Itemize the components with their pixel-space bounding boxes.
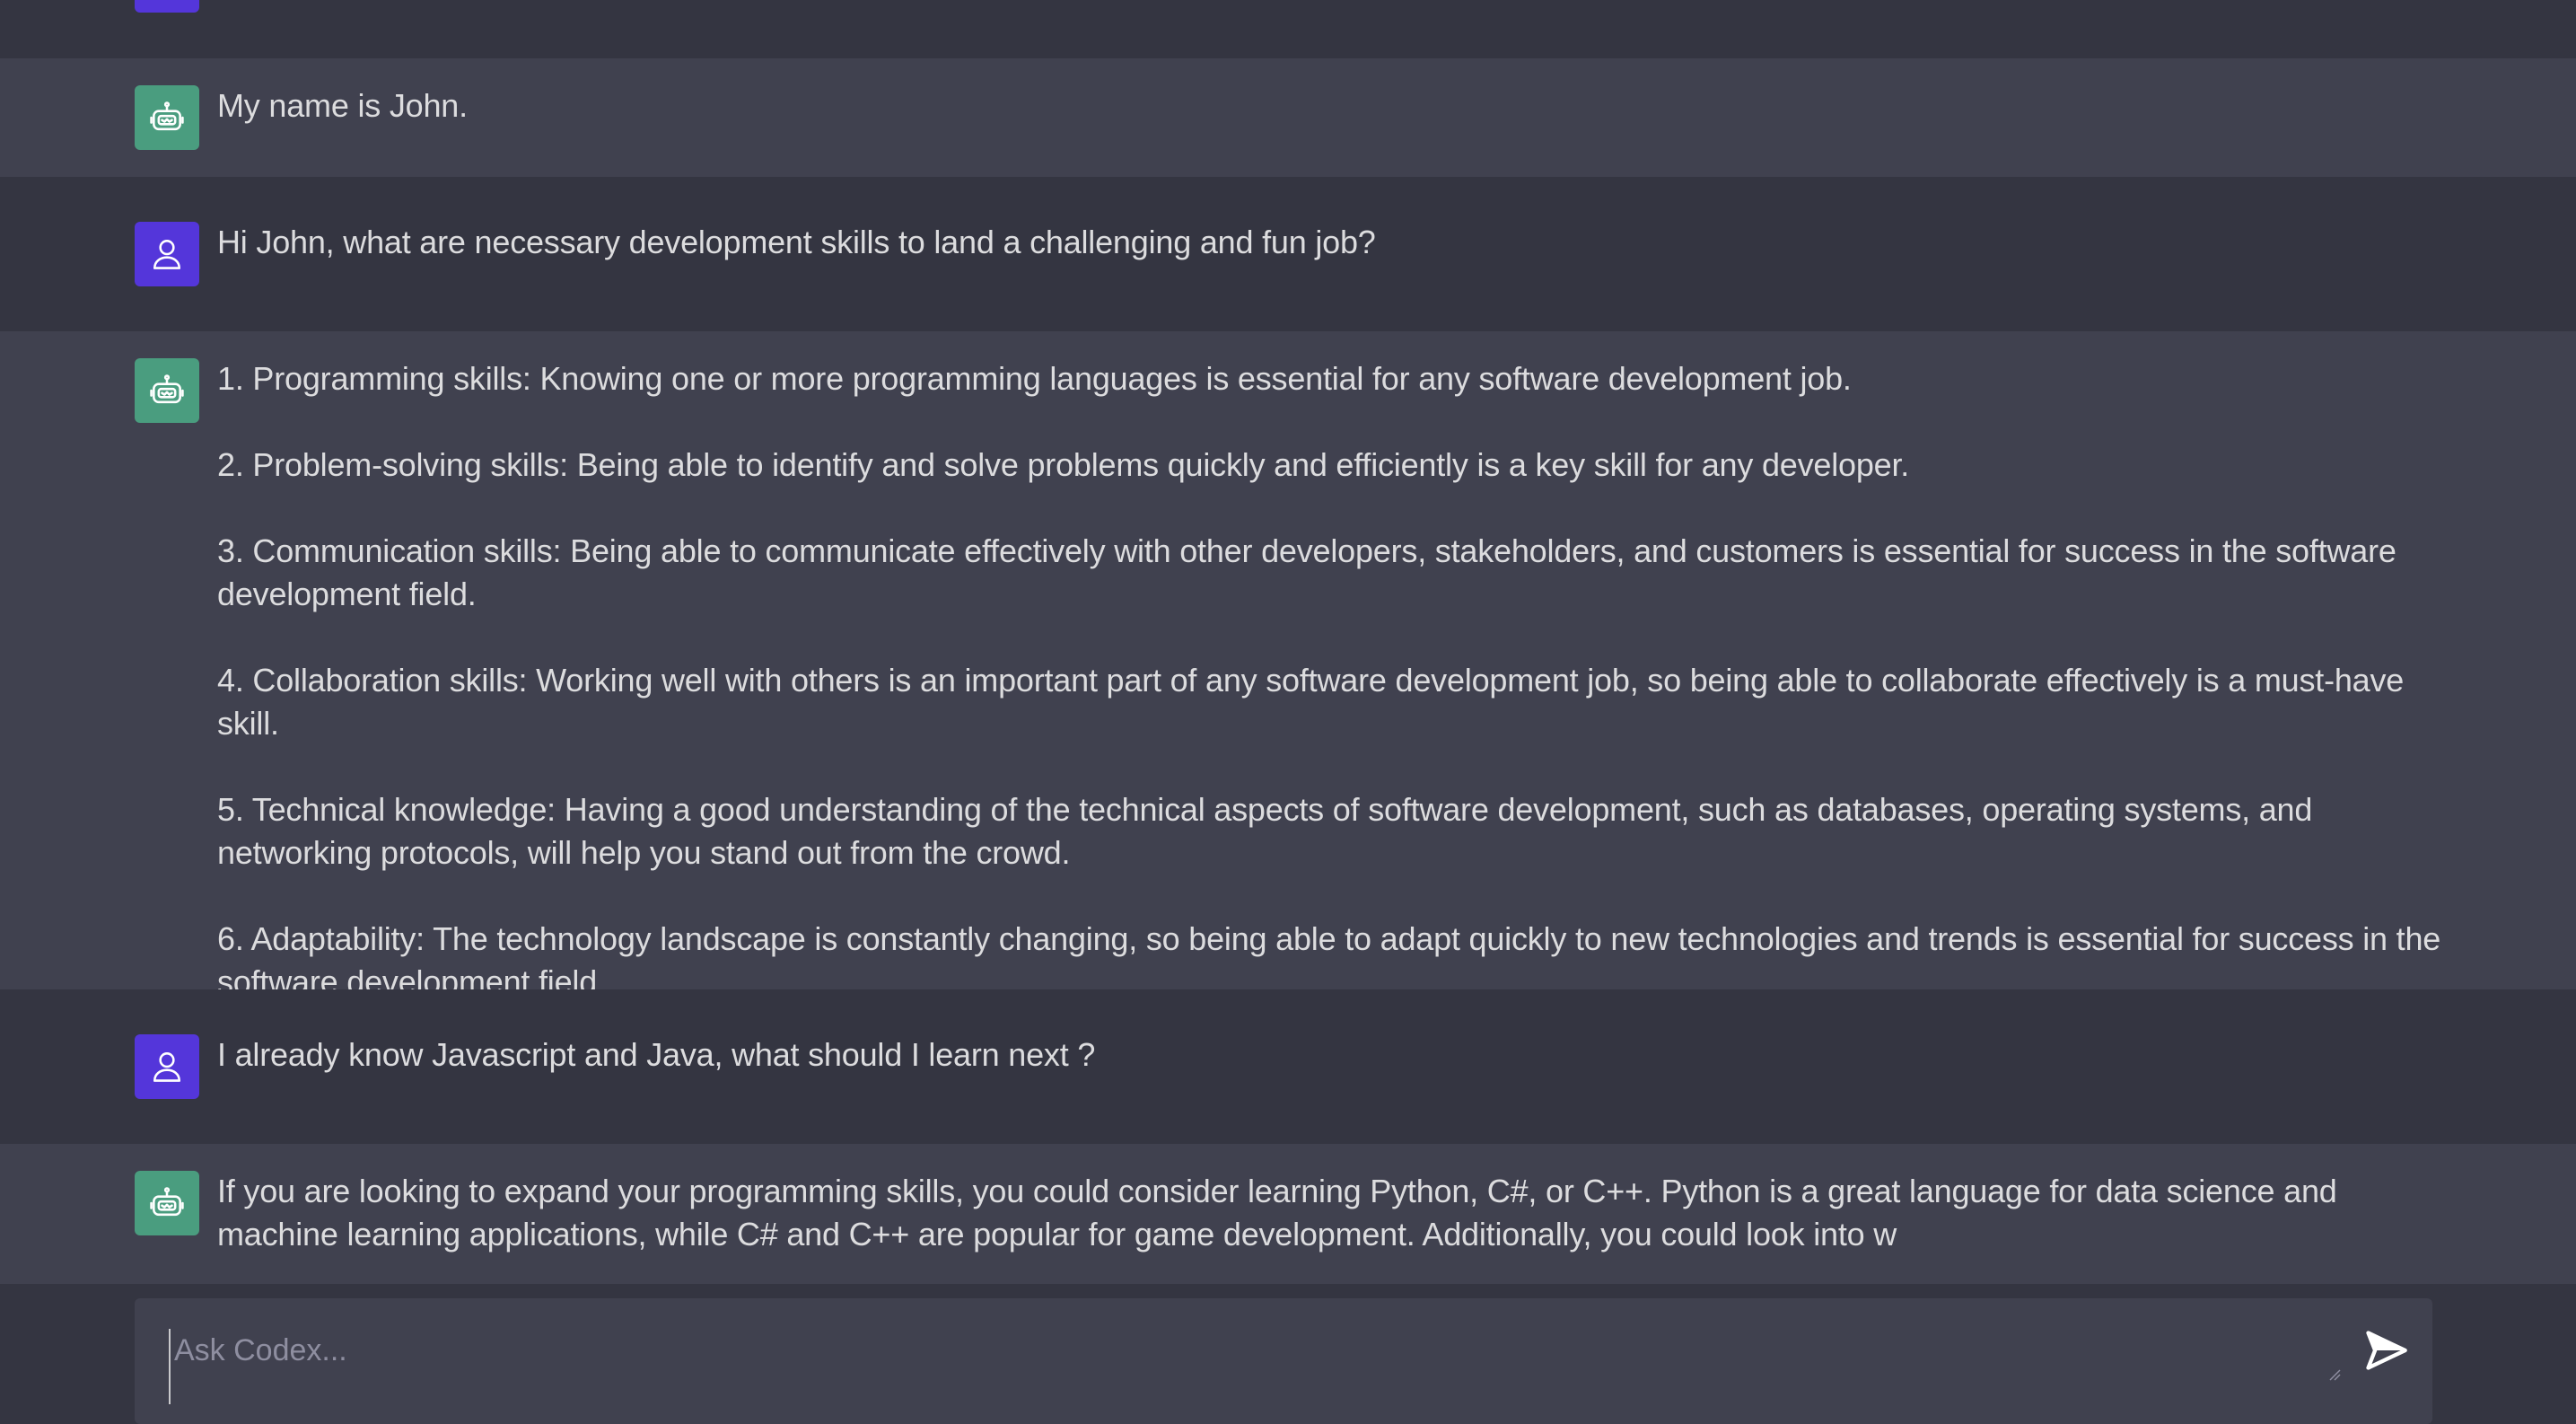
robot-icon (150, 374, 184, 404)
message-text: My name is John. (217, 84, 2443, 127)
composer-area (0, 1284, 2576, 1424)
message-paragraph: 1. Programming skills: Knowing one or mo… (217, 360, 1852, 397)
send-button[interactable] (2359, 1323, 2413, 1377)
user-message: I already know Javascript and Java, what… (0, 989, 2576, 1144)
person-icon (153, 1052, 181, 1082)
message-paragraph: 3. Communication skills: Being able to c… (217, 532, 2396, 612)
message-text: I already know Javascript and Java, what… (217, 1033, 2443, 1077)
message-text: 1. Programming skills: Knowing one or mo… (217, 357, 2461, 1004)
prompt-input[interactable] (169, 1329, 2330, 1404)
bot-message: If you are looking to expand your progra… (0, 1144, 2576, 1284)
user-message: Hi John, what are necessary development … (0, 177, 2576, 331)
message-paragraph: If you are looking to expand your progra… (217, 1173, 2337, 1253)
robot-icon (150, 101, 184, 131)
person-icon (153, 240, 181, 269)
message-text: If you are looking to expand your progra… (217, 1170, 2443, 1256)
bot-avatar (135, 358, 199, 423)
robot-icon (150, 1187, 184, 1217)
composer-box (135, 1298, 2432, 1424)
message-paragraph: 2. Problem-solving skills: Being able to… (217, 446, 1910, 483)
message-paragraph: My name is John. (217, 87, 468, 124)
message-text: Hi John, what are necessary development … (217, 221, 2443, 264)
bot-message: 1. Programming skills: Knowing one or mo… (0, 331, 2576, 1000)
user-avatar-partial (135, 0, 199, 13)
user-avatar (135, 1034, 199, 1099)
message-paragraph: Hi John, what are necessary development … (217, 224, 1376, 260)
bot-avatar (135, 85, 199, 150)
message-paragraph: 4. Collaboration skills: Working well wi… (217, 662, 2405, 742)
resize-handle-icon[interactable] (2328, 1368, 2341, 1381)
message-paragraph: 5. Technical knowledge: Having a good un… (217, 791, 2313, 871)
bot-message: My name is John. (0, 58, 2576, 177)
bot-avatar (135, 1171, 199, 1235)
user-avatar (135, 222, 199, 286)
chat-thread: My name is John. Hi John, what are neces… (0, 0, 2576, 1297)
send-icon (2366, 1331, 2407, 1370)
message-paragraph: I already know Javascript and Java, what… (217, 1036, 1096, 1073)
